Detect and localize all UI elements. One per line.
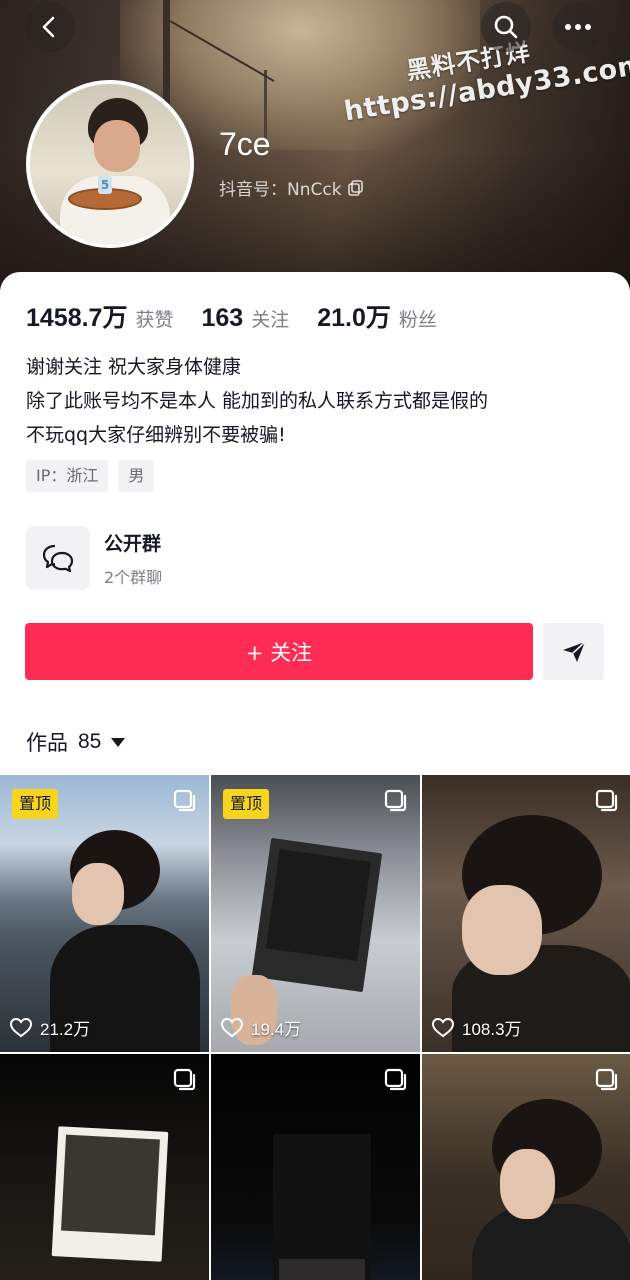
bio-line: 不玩qq大家仔细辨别不要被骗! [26,424,286,446]
likes-value: 108.3万 [462,1020,522,1039]
pinned-badge: 置顶 [12,789,59,819]
video-tile[interactable]: 置顶 19.4万 [211,775,420,1052]
caret-down-icon [111,737,126,747]
multi-image-icon [173,1068,196,1091]
works-count: 85 [78,730,102,753]
multi-image-icon [173,789,196,812]
video-tile[interactable] [211,1054,420,1280]
video-tile[interactable] [0,1054,209,1280]
video-tile[interactable] [422,1054,630,1280]
send-icon [562,640,586,662]
likes-value: 19.4万 [251,1020,302,1039]
group-subtitle: 2个群聊 [104,567,163,587]
stat-value: 163 [201,304,244,332]
likes-count: 21.2万 [10,1015,90,1040]
stat-value: 21.0万 [317,304,391,332]
stat-likes: 1458.7万 获赞 [26,298,173,334]
likes-count: 108.3万 [432,1015,522,1040]
stat-value: 1458.7万 [26,304,128,332]
video-tile[interactable]: 置顶 21.2万 [0,775,209,1052]
multi-image-icon [595,789,618,812]
follow-button[interactable]: + 关注 [25,623,533,680]
back-button[interactable] [25,2,75,52]
search-icon [494,15,518,39]
video-tile[interactable]: 108.3万 [422,775,630,1052]
video-thumbnail [422,775,630,1052]
profile-card: 1458.7万 获赞 163 关注 21.0万 粉丝 谢谢关注 祝大家身体健康 … [0,272,630,1280]
search-button[interactable] [481,2,531,52]
douyin-id-text: 抖音号：NnCck [219,180,342,200]
likes-count: 19.4万 [221,1015,301,1040]
heart-icon [221,1017,243,1037]
username: 7ce [219,126,271,162]
bio-line: 谢谢关注 祝大家身体健康 [26,356,242,378]
douyin-id[interactable]: 抖音号：NnCck [219,175,364,200]
stat-followers[interactable]: 21.0万 粉丝 [317,298,437,334]
public-group-entry[interactable]: 公开群 2个群聊 [26,526,162,590]
bio-line: 除了此账号均不是本人 能加到的私人联系方式都是假的 [26,390,489,412]
stat-label: 获赞 [135,309,174,331]
back-icon [42,16,55,38]
share-button[interactable] [543,623,604,680]
more-button[interactable] [553,2,603,52]
works-label: 作品 [26,731,68,755]
heart-icon [10,1017,32,1037]
stat-following[interactable]: 163 关注 [201,304,289,333]
more-icon [565,24,591,30]
multi-image-icon [384,1068,407,1091]
chat-bubbles-icon [26,526,90,590]
likes-value: 21.2万 [40,1020,91,1039]
copy-icon[interactable] [347,179,364,196]
pinned-badge: 置顶 [223,789,270,819]
heart-icon [432,1017,454,1037]
multi-image-icon [595,1068,618,1091]
works-tab[interactable]: 作品 85 [26,727,126,757]
stat-label: 关注 [251,309,290,331]
ip-tag: IP：浙江 [26,460,109,492]
stat-label: 粉丝 [398,309,437,331]
multi-image-icon [384,789,407,812]
group-title: 公开群 [104,532,162,555]
bio: 谢谢关注 祝大家身体健康 除了此账号均不是本人 能加到的私人联系方式都是假的 不… [26,350,488,452]
gender-tag: 男 [118,460,155,492]
profile-tags: IP：浙江 男 [26,460,155,492]
avatar[interactable]: 5 [26,80,194,248]
stats-row: 1458.7万 获赞 163 关注 21.0万 粉丝 [26,298,465,334]
